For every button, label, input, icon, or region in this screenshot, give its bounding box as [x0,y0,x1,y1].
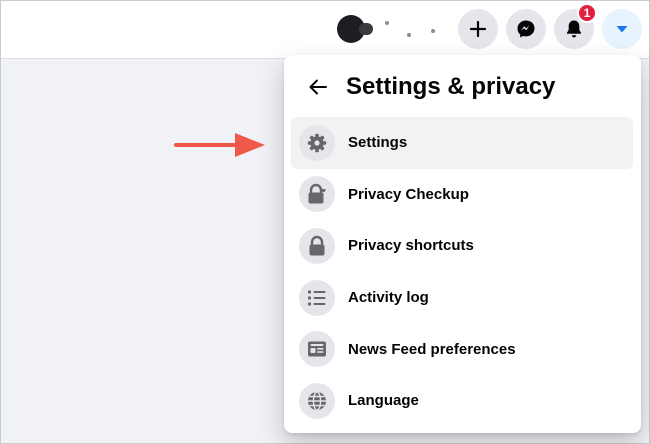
back-button[interactable] [300,69,336,105]
bell-icon [567,20,581,38]
menu-item-label: Language [348,392,419,410]
account-menu-button[interactable] [602,9,642,49]
news-feed-icon [299,331,335,368]
menu-item-label: Activity log [348,289,429,307]
menu-item-label: Settings [348,134,408,152]
globe-icon [299,382,335,419]
menu-item-privacy-checkup[interactable]: Privacy Checkup [291,169,633,221]
messenger-icon [517,20,535,38]
notification-badge: 1 [577,3,597,23]
profile-avatar[interactable] [337,13,447,45]
menu-item-label: Privacy Checkup [348,185,469,203]
menu-list: Settings Privacy Checkup Privacy shortcu… [291,117,633,427]
menu-item-news-feed-preferences[interactable]: News Feed preferences [291,323,633,375]
menu-item-label: Privacy shortcuts [348,237,474,255]
menu-item-privacy-shortcuts[interactable]: Privacy shortcuts [291,220,633,272]
menu-item-settings[interactable]: Settings [291,117,633,169]
caret-down-icon [616,26,628,33]
menu-item-activity-log[interactable]: Activity log [291,272,633,324]
menu-header: Settings & privacy [284,69,641,109]
annotation-arrow-icon [174,133,265,157]
back-arrow-icon [309,79,327,95]
gear-icon [299,124,335,161]
messenger-button[interactable] [506,9,546,49]
list-icon [299,279,335,316]
lock-heart-icon [299,176,335,213]
menu-item-language[interactable]: Language [291,375,633,427]
menu-title: Settings & privacy [346,73,556,100]
plus-icon [469,20,487,38]
settings-privacy-menu: Settings & privacy Settings Privacy Chec… [284,55,641,433]
lock-icon [299,227,335,264]
create-button[interactable] [458,9,498,49]
top-navigation-bar: 1 [1,1,649,59]
menu-item-label: News Feed preferences [348,340,516,358]
